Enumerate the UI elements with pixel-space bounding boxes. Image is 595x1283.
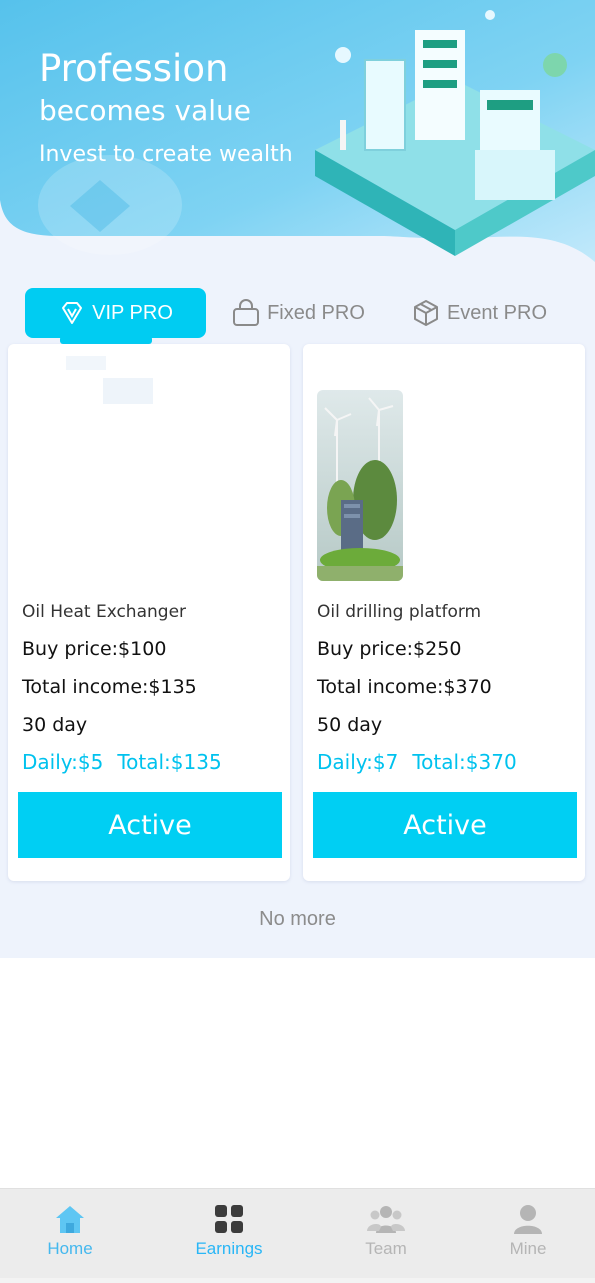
nav-earnings[interactable]: Earnings — [169, 1203, 289, 1267]
diamond-v-icon — [62, 302, 83, 324]
total-income: Total income:$370 — [317, 676, 492, 698]
box-icon — [413, 300, 438, 326]
city-illustration — [315, 10, 595, 256]
earnings-summary: Daily:$7 Total:$370 — [317, 750, 517, 774]
tab-event-pro[interactable]: Event PRO — [408, 288, 550, 338]
banner-title: Profession — [39, 47, 229, 90]
tab-fixed-pro[interactable]: Fixed PRO — [228, 288, 368, 338]
product-card: Oil Heat Exchanger Buy price:$100 Total … — [8, 344, 290, 881]
product-tabs: VIP PRO Fixed PRO Event PRO — [0, 288, 595, 340]
hero-banner: Profession becomes value Invest to creat… — [0, 0, 595, 262]
active-button[interactable]: Active — [18, 792, 282, 858]
bottom-nav: Home Earnings Team Mine — [0, 1188, 595, 1279]
list-end-text: No more — [259, 908, 336, 930]
team-icon — [367, 1206, 405, 1233]
nav-home-label: Home — [47, 1239, 93, 1258]
active-button[interactable]: Active — [313, 792, 577, 858]
daily-earnings: Daily:$5 — [22, 750, 104, 774]
nav-home[interactable]: Home — [10, 1203, 130, 1267]
bag-icon — [233, 299, 260, 326]
period: 50 day — [317, 714, 383, 736]
product-image-placeholder — [48, 350, 158, 412]
banner-subtitle: becomes value — [39, 94, 251, 127]
grid-icon — [215, 1205, 243, 1233]
buy-price: Buy price:$100 — [22, 638, 167, 660]
buy-price: Buy price:$250 — [317, 638, 462, 660]
product-image — [317, 390, 403, 581]
nav-mine-label: Mine — [509, 1239, 547, 1258]
product-name: Oil drilling platform — [317, 602, 482, 622]
tab-vip-pro[interactable]: VIP PRO — [25, 288, 206, 338]
total-income: Total income:$135 — [22, 676, 197, 698]
app-screen: Profession becomes value Invest to creat… — [0, 0, 595, 1283]
nav-team[interactable]: Team — [326, 1203, 446, 1267]
nav-team-label: Team — [365, 1239, 407, 1258]
total-earnings: Total:$370 — [412, 750, 517, 774]
tab-vip-pro-label: VIP PRO — [92, 301, 173, 324]
daily-earnings: Daily:$7 — [317, 750, 399, 774]
product-name: Oil Heat Exchanger — [22, 602, 187, 622]
nav-mine[interactable]: Mine — [468, 1203, 588, 1267]
earnings-summary: Daily:$5 Total:$135 — [22, 750, 222, 774]
tab-fixed-pro-label: Fixed PRO — [267, 301, 365, 324]
home-icon — [56, 1206, 84, 1233]
total-earnings: Total:$135 — [117, 750, 222, 774]
nav-earnings-label: Earnings — [195, 1239, 263, 1258]
user-icon — [514, 1205, 542, 1234]
period: 30 day — [22, 714, 88, 736]
tab-event-pro-label: Event PRO — [446, 301, 548, 324]
active-tab-indicator — [60, 336, 152, 344]
bottom-edge — [0, 1278, 595, 1283]
banner-tagline: Invest to create wealth — [39, 142, 293, 167]
product-card: Oil drilling platform Buy price:$250 Tot… — [303, 344, 585, 881]
